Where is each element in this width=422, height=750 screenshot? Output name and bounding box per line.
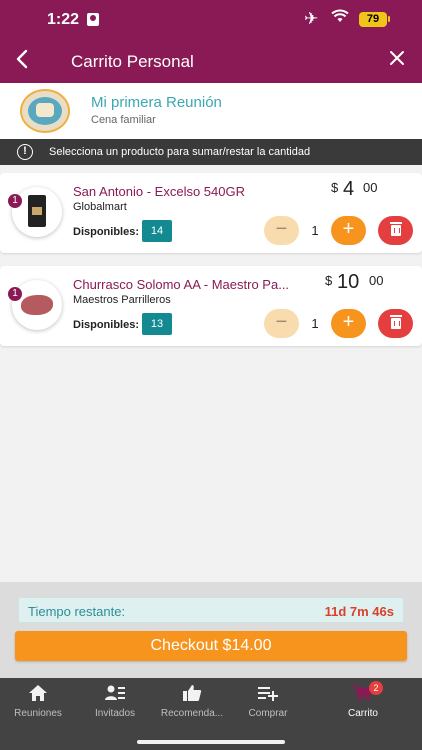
meeting-header: Mi primera Reunión Cena familiar	[0, 83, 422, 139]
available-count: 13	[142, 313, 172, 335]
info-icon: !	[17, 144, 33, 160]
trash-icon	[390, 315, 402, 329]
quantity-badge: 1	[8, 194, 22, 208]
battery-tip	[388, 16, 390, 22]
time-remaining-value: 11d 7m 46s	[324, 604, 394, 619]
available-label: Disponibles:	[73, 319, 140, 331]
quantity-value: 1	[311, 316, 319, 331]
tab-label: Carrito	[347, 708, 378, 719]
guests-icon	[73, 684, 157, 706]
quantity-badge: 1	[8, 287, 22, 301]
price-integer: 4	[343, 178, 355, 200]
page-title: Carrito Personal	[71, 52, 194, 71]
product-card[interactable]: 1 San Antonio - Excelso 540GR Globalmart…	[0, 173, 422, 253]
decrease-button[interactable]: −	[264, 216, 299, 245]
available-count: 14	[142, 220, 172, 242]
trash-icon	[390, 222, 402, 236]
home-indicator	[137, 740, 285, 744]
available-label: Disponibles:	[73, 226, 140, 238]
back-icon[interactable]	[14, 48, 30, 75]
tab-reuniones[interactable]: Reuniones	[0, 684, 80, 719]
product-image	[12, 280, 62, 330]
person-icon	[87, 13, 99, 26]
close-icon[interactable]	[388, 49, 406, 71]
price-cents: 00	[363, 180, 378, 195]
meeting-subtitle: Cena familiar	[91, 114, 156, 126]
cart-count-badge: 2	[369, 681, 383, 695]
tab-recomendaciones[interactable]: Recomenda...	[150, 684, 234, 719]
time-remaining-box: Tiempo restante: 11d 7m 46s	[18, 597, 404, 623]
tab-comprar[interactable]: Comprar	[226, 684, 310, 719]
tab-label: Recomenda...	[160, 708, 224, 719]
info-banner: ! Selecciona un producto para sumar/rest…	[0, 139, 422, 165]
increase-button[interactable]: +	[331, 216, 366, 245]
status-bar: 1:22 ✈ 79	[0, 0, 422, 40]
price-integer: 10	[337, 271, 360, 293]
info-text: Selecciona un producto para sumar/restar…	[49, 146, 311, 158]
playlist-add-icon	[226, 684, 310, 706]
wifi-icon	[331, 9, 349, 28]
price-cents: 00	[369, 273, 384, 288]
product-card[interactable]: 1 Churrasco Solomo AA - Maestro Pa... Ma…	[0, 266, 422, 346]
checkout-button[interactable]: Checkout $14.00	[15, 631, 407, 661]
tab-label: Invitados	[94, 708, 136, 719]
thumbs-up-icon	[150, 684, 234, 706]
product-name: Churrasco Solomo AA - Maestro Pa...	[73, 277, 290, 292]
tab-label: Comprar	[248, 708, 288, 719]
nav-bar: Carrito Personal	[0, 40, 422, 83]
price-currency: $	[331, 180, 339, 195]
tab-invitados[interactable]: Invitados	[73, 684, 157, 719]
delete-button[interactable]	[378, 309, 413, 338]
airplane-mode-icon: ✈	[304, 9, 319, 28]
meeting-name: Mi primera Reunión	[91, 94, 222, 111]
status-time: 1:22	[47, 11, 80, 28]
cart-icon	[321, 684, 405, 706]
product-image	[12, 187, 62, 237]
decrease-button[interactable]: −	[264, 309, 299, 338]
product-name: San Antonio - Excelso 540GR	[73, 184, 245, 199]
home-icon	[0, 684, 80, 706]
time-remaining-label: Tiempo restante:	[28, 604, 126, 619]
tab-carrito[interactable]: 2 Carrito	[321, 681, 405, 719]
checkout-panel: Tiempo restante: 11d 7m 46s Checkout $14…	[0, 582, 422, 678]
meeting-logo	[20, 89, 70, 133]
tab-label: Reuniones	[14, 708, 62, 719]
battery-icon: 79	[359, 12, 387, 27]
store-name: Globalmart	[73, 201, 127, 213]
quantity-value: 1	[311, 223, 319, 238]
price-currency: $	[325, 273, 333, 288]
store-name: Maestros Parrilleros	[73, 294, 171, 306]
increase-button[interactable]: +	[331, 309, 366, 338]
delete-button[interactable]	[378, 216, 413, 245]
